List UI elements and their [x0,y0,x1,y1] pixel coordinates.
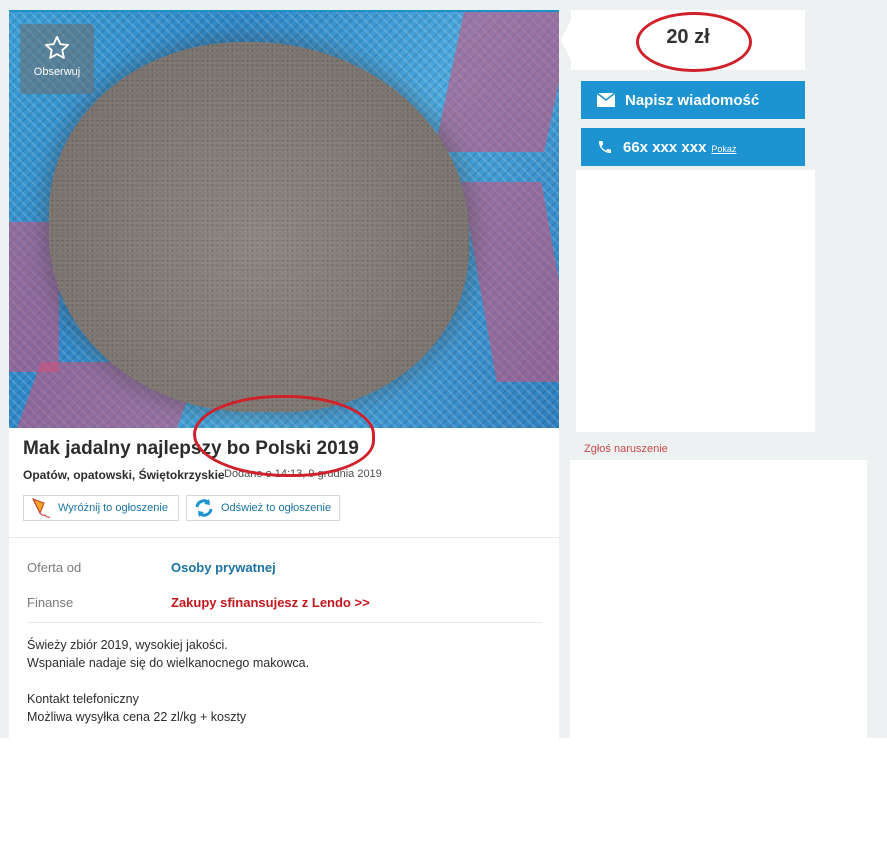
description-line [27,672,309,690]
phone-number: 66x xxx xxx [623,138,707,156]
divider [9,537,559,538]
finance-link[interactable]: Zakupy sfinansujesz z Lendo >> [171,595,370,610]
show-phone-link[interactable]: Pokaż [711,144,736,154]
observe-button[interactable]: Obserwuj [20,24,94,94]
listing-description: Świeży zbiór 2019, wysokiej jakości. Wsp… [27,636,309,726]
refresh-icon [195,499,213,517]
show-phone-button[interactable]: 66x xxx xxx Pokaż [581,128,805,166]
send-message-button[interactable]: Napisz wiadomość [581,81,805,119]
phone-icon [599,141,611,153]
ad-placeholder [570,460,867,738]
bag-stripe [461,182,559,382]
listing-location: Opatów, opatowski, Świętokrzyskie [23,468,225,482]
finance-label: Finanse [27,595,74,610]
description-line: Kontakt telefoniczny [27,692,139,706]
star-icon [44,35,70,59]
report-link[interactable]: Zgłoś naruszenie [584,443,668,455]
refresh-listing-button[interactable]: Odśwież to ogłoszenie [186,495,340,521]
refresh-listing-label: Odśwież to ogłoszenie [221,502,332,514]
listing-title: Mak jadalny najlepszy bo Polski 2019 [23,438,359,459]
price-notch [561,20,571,60]
listing-card: Obserwuj Mak jadalny najlepszy bo Polski… [9,10,559,740]
highlight-listing-label: Wyróżnij to ogłoszenie [58,502,168,514]
observe-label: Obserwuj [33,66,81,78]
divider [27,622,542,623]
offer-from-value[interactable]: Osoby prywatnej [171,560,276,575]
listing-photo[interactable]: Obserwuj [9,12,559,428]
price-box: 20 zł [571,10,805,70]
listing-added-date: Dodane o 14:13, 9 grudnia 2019 [224,468,382,480]
highlight-listing-button[interactable]: Wyróżnij to ogłoszenie [23,495,179,521]
send-message-label: Napisz wiadomość [625,91,760,109]
description-line: Wspaniale nadaje się do wielkanocnego ma… [27,656,310,670]
bag-stripe [434,12,559,152]
poppy-seeds [49,42,469,412]
envelope-icon [597,93,615,107]
description-line: Możliwa wysyłka cena 22 zl/kg + koszty [27,710,247,724]
price: 20 zł [666,26,710,48]
ad-placeholder [576,170,815,432]
description-line: Świeży zbiór 2019, wysokiej jakości. [27,638,228,652]
offer-from-label: Oferta od [27,560,82,575]
kite-icon [31,498,51,518]
